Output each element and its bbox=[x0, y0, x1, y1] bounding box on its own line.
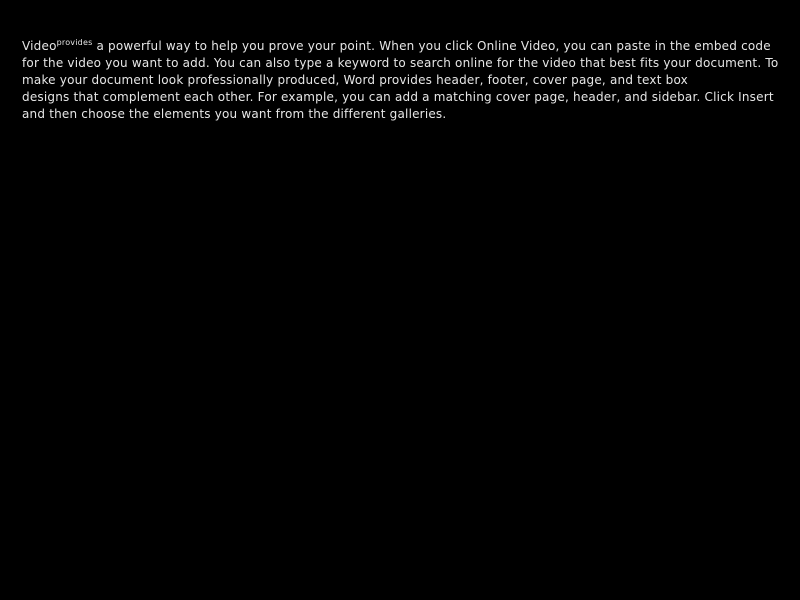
text-line-1-lead: Video bbox=[22, 39, 57, 53]
text-line-1-superscript: provides bbox=[56, 38, 93, 47]
screen: Videoprovides a powerful way to help you… bbox=[0, 0, 800, 600]
text-line-4-rest: designs that complement each other. For … bbox=[22, 90, 774, 104]
text-line-3-rest: make your document look professionally p… bbox=[22, 73, 688, 87]
text-line-3: make your document look professionally p… bbox=[22, 72, 778, 89]
text-line-5-rest: and then choose the elements you want fr… bbox=[22, 107, 447, 121]
text-line-5: and then choose the elements you want fr… bbox=[22, 106, 778, 123]
overlay-text-block: Videoprovides a powerful way to help you… bbox=[22, 38, 778, 123]
text-line-1: Videoprovides a powerful way to help you… bbox=[22, 38, 778, 55]
text-line-2-rest: for the video you want to add. You can a… bbox=[22, 56, 778, 70]
text-line-1-rest: a powerful way to help you prove your po… bbox=[92, 39, 771, 53]
text-line-2: for the video you want to add. You can a… bbox=[22, 55, 778, 72]
text-line-4: designs that complement each other. For … bbox=[22, 89, 778, 106]
